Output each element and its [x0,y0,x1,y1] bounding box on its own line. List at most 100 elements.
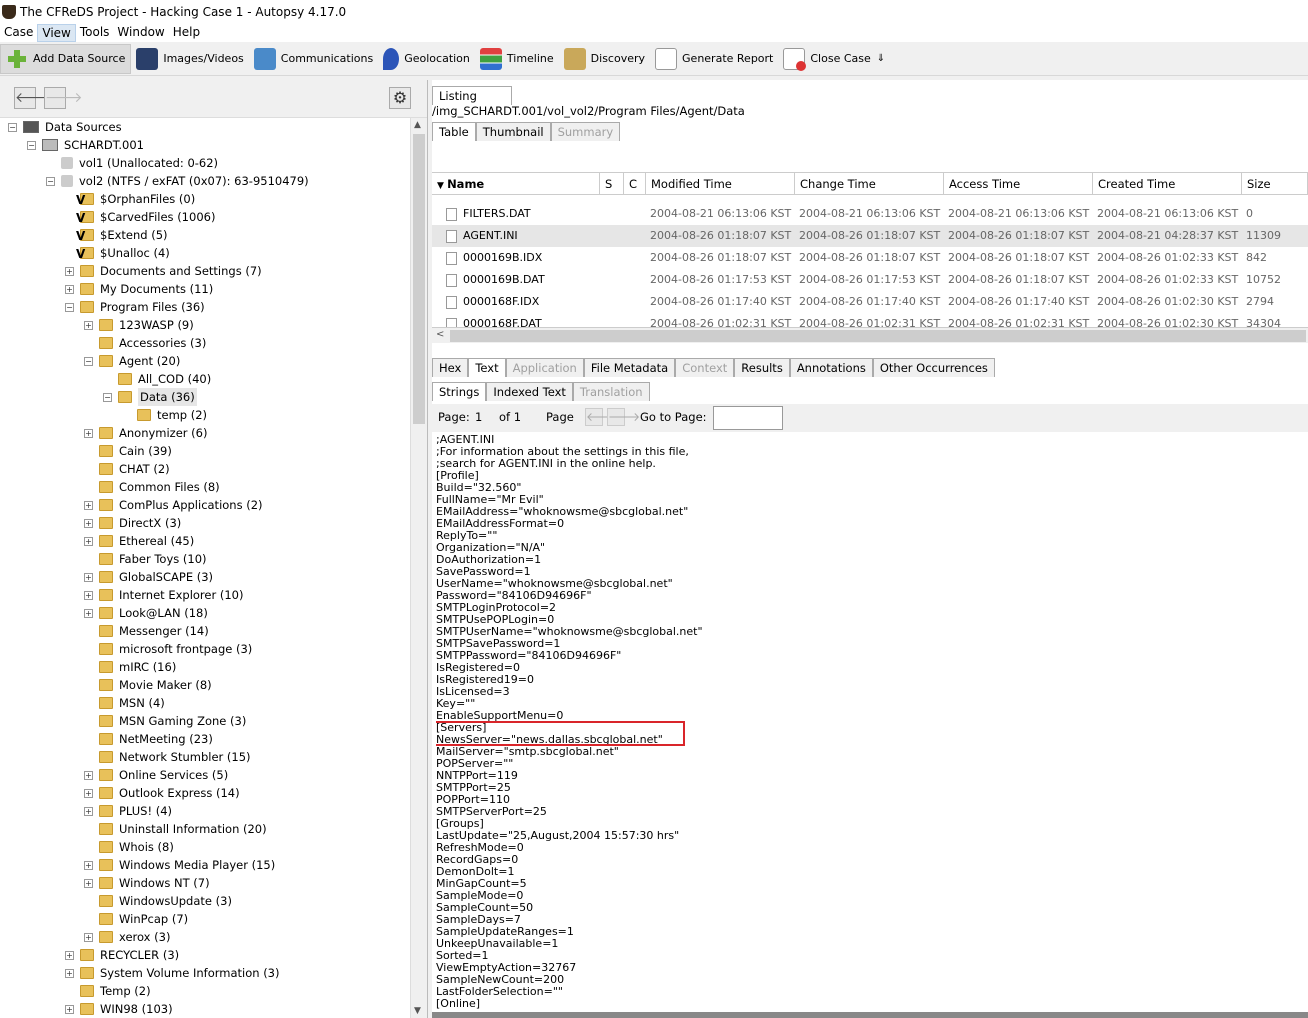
tree-node[interactable]: + Online Services (5) [84,766,228,784]
tab-context[interactable]: Context [675,358,735,377]
tree-node[interactable]: vol1 (Unallocated: 0-62) [46,154,218,172]
tree-node[interactable]: $Unalloc (4) [65,244,170,262]
collapse-icon[interactable]: − [27,140,36,150]
expand-icon[interactable]: + [84,518,93,528]
goto-page-input[interactable] [713,406,783,430]
expand-icon[interactable]: + [65,1004,74,1014]
col-s[interactable]: S [600,173,624,195]
tree-node[interactable]: − Agent (20) [84,352,180,370]
tree-node[interactable]: + PLUS! (4) [84,802,172,820]
tree-node[interactable]: WinPcap (7) [84,910,188,928]
tree-node[interactable]: Network Stumbler (15) [84,748,251,766]
expand-icon[interactable]: + [65,266,74,276]
tree-node[interactable]: + WIN98 (103) [65,1000,173,1018]
scroll-down-icon[interactable]: ▼ [414,1006,421,1016]
tree-node[interactable]: − vol2 (NTFS / exFAT (0x07): 63-9510479) [46,172,309,190]
table-row[interactable]: AGENT.INI 2004-08-26 01:18:07 KST 2004-08-… [432,225,1308,247]
expand-icon[interactable]: + [65,968,74,978]
collapse-icon[interactable]: − [84,356,93,366]
scroll-up-icon[interactable]: ▲ [414,120,421,130]
tree-node[interactable]: Whois (8) [84,838,174,856]
table-hscrollbar[interactable]: < [432,327,1308,343]
col-change[interactable]: Change Time [795,173,944,195]
tree-node[interactable]: + ComPlus Applications (2) [84,496,263,514]
expand-icon[interactable]: + [84,788,93,798]
collapse-icon[interactable]: − [8,122,17,132]
collapse-icon[interactable]: − [103,392,112,402]
next-page-icon[interactable]: 🡒 [607,408,640,426]
table-row[interactable]: 0000168F.IDX 2004-08-26 01:17:40 KST 2004-… [432,291,1308,313]
generate-report-button[interactable]: Generate Report [650,44,778,74]
menu-help[interactable]: Help [169,24,204,42]
tree-node[interactable]: Accessories (3) [84,334,206,352]
tree-node[interactable]: MSN (4) [84,694,165,712]
discovery-button[interactable]: Discovery [559,44,650,74]
tree-node[interactable]: $Extend (5) [65,226,168,244]
tab-annotations[interactable]: Annotations [789,358,873,377]
expand-icon[interactable]: + [84,572,93,582]
expand-icon[interactable]: + [84,428,93,438]
tab-listing[interactable]: Listing [432,86,512,105]
tree-node[interactable]: +123WASP (9) [84,316,194,334]
col-name[interactable]: ▼ Name [432,173,600,195]
geolocation-button[interactable]: Geolocation [378,44,475,74]
table-row[interactable]: 0000168F.DAT 2004-08-26 01:02:31 KST 2004-… [432,313,1308,327]
tree-node[interactable]: + xerox (3) [84,928,170,946]
expand-icon[interactable]: + [84,860,93,870]
scroll-left-icon[interactable]: < [436,329,444,340]
tab-other-occurrences[interactable]: Other Occurrences [872,358,995,377]
strings-text-view[interactable]: ;AGENT.INI ;For information about the set… [436,434,1304,1012]
menu-case[interactable]: Case [0,24,37,42]
overflow-chevron-icon[interactable]: ⇓ [877,53,885,64]
tree-node[interactable]: Common Files (8) [84,478,220,496]
tree-node[interactable]: Movie Maker (8) [84,676,212,694]
tab-table[interactable]: Table [432,122,476,141]
tree-node[interactable]: Cain (39) [84,442,172,460]
col-modified[interactable]: Modified Time [646,173,795,195]
expand-icon[interactable]: + [84,878,93,888]
tree-node[interactable]: − SCHARDT.001 [27,136,144,154]
table-row[interactable]: FILTERS.DAT 2004-08-21 06:13:06 KST 2004-0… [432,203,1308,225]
tab-text[interactable]: Text [468,358,506,377]
tree-node[interactable]: + Ethereal (45) [84,532,194,550]
expand-icon[interactable]: + [84,932,93,942]
tab-hex[interactable]: Hex [432,358,469,377]
col-created[interactable]: Created Time [1093,173,1242,195]
table-row[interactable]: 0000169B.DAT 2004-08-26 01:17:53 KST 2004-… [432,269,1308,291]
tab-indexed-text[interactable]: Indexed Text [486,382,573,401]
tree-node[interactable]: + Windows Media Player (15) [84,856,275,874]
tree-node[interactable]: + Outlook Express (14) [84,784,240,802]
tab-file-metadata[interactable]: File Metadata [583,358,676,377]
tree-node[interactable]: + Anonymizer (6) [84,424,207,442]
col-access[interactable]: Access Time [944,173,1093,195]
tree-node[interactable]: − Data Sources [8,118,122,136]
col-size[interactable]: Size [1242,173,1308,195]
tree-node[interactable]: NetMeeting (23) [84,730,213,748]
menu-window[interactable]: Window [113,24,168,42]
collapse-icon[interactable]: − [46,176,55,186]
tree-node[interactable]: − Data (36) [103,388,197,406]
expand-icon[interactable]: + [84,536,93,546]
tree-node[interactable]: + Internet Explorer (10) [84,586,243,604]
tree-node[interactable]: + Look@LAN (18) [84,604,208,622]
tree-node[interactable]: temp (2) [122,406,207,424]
expand-icon[interactable]: + [84,806,93,816]
collapse-icon[interactable]: − [65,302,74,312]
expand-icon[interactable]: + [65,950,74,960]
tab-results[interactable]: Results [734,358,790,377]
close-case-button[interactable]: Close Case ⇓ [778,44,890,74]
back-arrow-icon[interactable]: 🡐 [14,87,53,109]
hscroll-thumb[interactable] [450,330,1306,342]
tree-node[interactable]: All_COD (40) [103,370,211,388]
tree-node[interactable]: Uninstall Information (20) [84,820,267,838]
tree-node[interactable]: + Windows NT (7) [84,874,210,892]
tree-scrollbar[interactable]: ▲ ▼ [410,118,427,1018]
tree-node[interactable]: Faber Toys (10) [84,550,207,568]
tab-thumbnail[interactable]: Thumbnail [475,122,551,141]
tree-node[interactable]: + Documents and Settings (7) [65,262,262,280]
images-videos-button[interactable]: Images/Videos [131,44,248,74]
table-row[interactable]: 0000169B.IDX 2004-08-26 01:18:07 KST 2004-… [432,247,1308,269]
expand-icon[interactable]: + [84,770,93,780]
add-data-source-button[interactable]: Add Data Source [0,43,132,74]
scrollbar-thumb[interactable] [413,134,425,424]
